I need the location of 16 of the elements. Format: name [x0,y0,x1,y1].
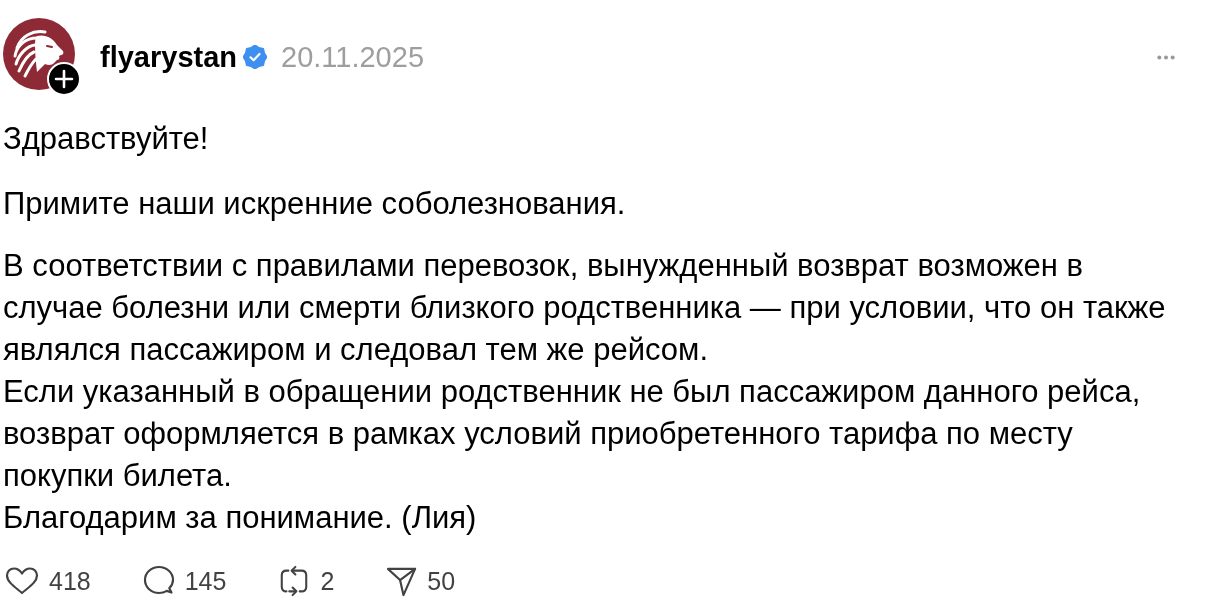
post-text: Здравствуйте! [3,120,210,158]
post-text: Если указанный в обращении родственник не был пассажиром данного рейса, возврат оформляется в рамках условий приобретенного тарифа по месту покупки билета. [3,373,1142,495]
speech-bubble-icon [142,565,175,597]
repost-button[interactable]: 2 [278,563,335,599]
more-options-icon[interactable] [1156,54,1176,60]
post-text: Благодарим за понимание. (Лия) [3,499,478,537]
paper-plane-icon [386,565,418,597]
username[interactable]: flyarystan [100,42,237,72]
plus-icon[interactable] [47,62,81,96]
reply-button[interactable]: 145 [142,563,227,599]
like-button[interactable]: 418 [5,563,91,599]
share-button[interactable]: 50 [386,563,456,599]
post-text: Примите наши искренние соболезнования. [3,185,627,223]
post-text: В соответствии с правилами перевозок, вынужденный возврат возможен в случае болезни или смерти близкого родственника — при условии, что он также являлся пассажиром и следовал тем же рейсом. [3,247,1167,369]
heart-icon [5,567,39,595]
post-date: 20.11.2025 [281,42,424,72]
